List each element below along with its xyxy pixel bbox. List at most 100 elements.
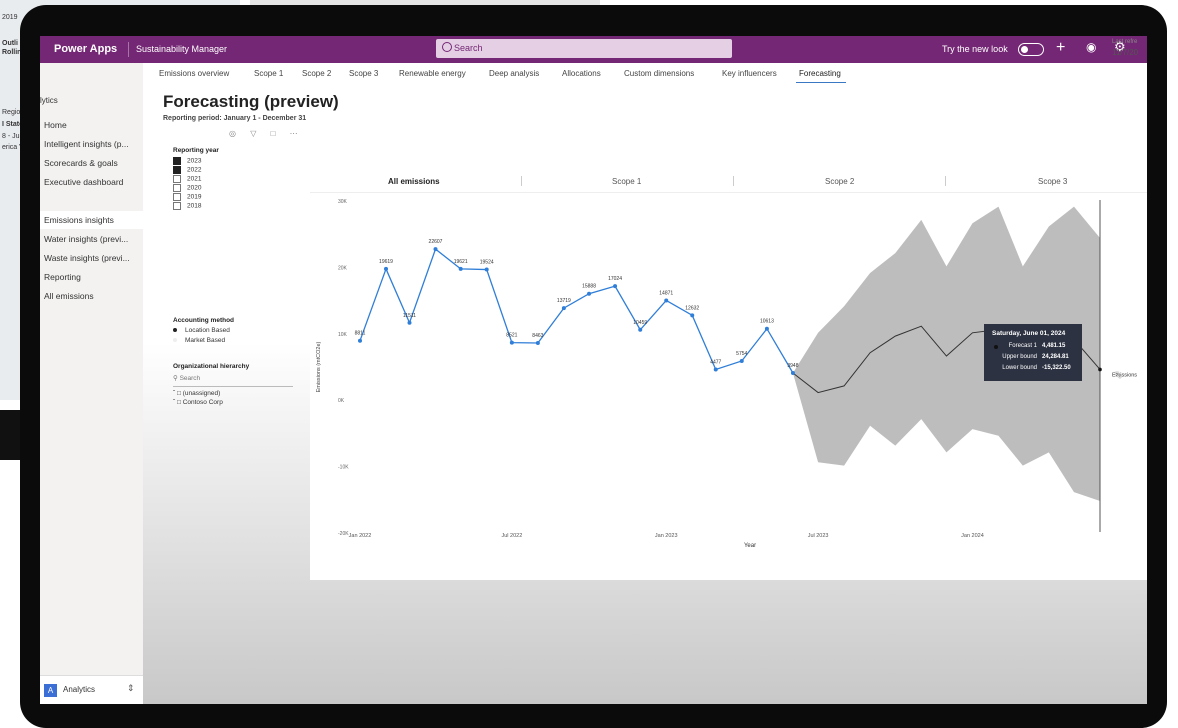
emissions-data-label: 4477 xyxy=(710,359,721,365)
emissions-data-point xyxy=(790,370,795,375)
global-search-input[interactable]: Search xyxy=(436,39,732,58)
sidebar-item-water-insights[interactable]: Water insights (previ... xyxy=(44,234,128,244)
tab-renewable-energy[interactable]: Renewable energy xyxy=(399,69,466,78)
hover-point xyxy=(1098,367,1102,372)
emissions-data-point xyxy=(613,284,618,289)
tooltip-label: Lower bound xyxy=(1002,365,1037,371)
sidebar-item-emissions-insights[interactable]: Emissions insights xyxy=(44,215,114,225)
emissions-data-label: 15888 xyxy=(582,284,596,290)
year-option[interactable]: 2021 xyxy=(173,175,201,183)
sidebar-item-scorecards[interactable]: Scorecards & goals xyxy=(44,158,118,168)
org-search-input[interactable]: ⚲ Search xyxy=(173,374,293,387)
x-axis-title: Year xyxy=(744,543,756,549)
org-node[interactable]: ˆ □ Contoso Corp xyxy=(173,399,223,406)
emissions-data-label: 11511 xyxy=(403,313,416,319)
emissions-data-point xyxy=(664,298,669,303)
new-look-toggle[interactable] xyxy=(1018,43,1044,56)
emissions-data-label: 22607 xyxy=(429,239,443,245)
emissions-data-label: 3948 xyxy=(787,363,798,369)
y-tick-label: -10K xyxy=(338,465,349,471)
emissions-data-label: 10613 xyxy=(760,319,774,325)
forecast-tooltip: Saturday, June 01, 2024 Forecast 1 4,481… xyxy=(984,324,1082,381)
app-header: Power Apps Sustainability Manager Search… xyxy=(40,36,1147,63)
tablet-frame: Power Apps Sustainability Manager Search… xyxy=(20,5,1167,728)
x-tick-label: Jul 2023 xyxy=(808,533,829,539)
search-icon xyxy=(442,42,452,52)
area-switcher[interactable]: A Analytics ⇕ xyxy=(40,675,143,704)
subtab-scope-1[interactable]: Scope 1 xyxy=(612,177,641,186)
emissions-data-label: 8521 xyxy=(506,333,517,339)
x-tick-label: Jan 2022 xyxy=(349,533,372,539)
emissions-data-point xyxy=(407,320,412,325)
emissions-data-point xyxy=(764,326,769,331)
sidebar-item-home[interactable]: Home xyxy=(44,120,67,130)
app-name[interactable]: Sustainability Manager xyxy=(136,44,227,54)
emissions-data-point xyxy=(690,313,695,318)
emissions-data-point xyxy=(739,358,744,363)
y-tick-label: 20K xyxy=(338,265,348,271)
emissions-data-label: 19619 xyxy=(379,259,393,265)
accounting-method-title: Accounting method xyxy=(173,317,235,324)
emissions-line xyxy=(359,248,794,374)
page-title: Forecasting (preview) xyxy=(163,92,339,111)
area-badge: A xyxy=(44,684,57,697)
year-option[interactable]: 2020 xyxy=(173,184,201,192)
subtab-divider xyxy=(733,176,734,186)
emissions-data-label: 10459 xyxy=(633,320,647,326)
tab-allocations[interactable]: Allocations xyxy=(562,69,601,78)
emissions-data-label: 8811 xyxy=(355,331,366,337)
subtab-all-emissions[interactable]: All emissions xyxy=(388,177,440,186)
try-new-look-label: Try the new look xyxy=(942,44,1008,54)
sidebar-item-all-emissions[interactable]: All emissions xyxy=(44,291,94,301)
area-label: Analytics xyxy=(63,685,96,694)
sidebar-item-intelligent-insights[interactable]: Intelligent insights (p... xyxy=(44,139,129,149)
emissions-data-label: 19524 xyxy=(480,260,494,266)
tooltip-date: Saturday, June 01, 2024 xyxy=(992,330,1066,337)
tooltip-value: 24,284.81 xyxy=(1042,354,1069,360)
sidebar-item-executive-dashboard[interactable]: Executive dashboard xyxy=(44,177,123,187)
emissions-data-point xyxy=(587,291,592,296)
mouse-cursor-icon: ⬁ xyxy=(1114,370,1123,381)
tooltip-label: Upper bound xyxy=(1002,354,1037,360)
tab-forecasting[interactable]: Forecasting xyxy=(799,69,841,78)
brand-title[interactable]: Power Apps xyxy=(54,43,117,55)
year-option[interactable]: 2023 xyxy=(173,157,201,165)
sidebar-item-waste-insights[interactable]: Waste insights (previ... xyxy=(44,253,130,263)
sidebar-item-reporting[interactable]: Reporting xyxy=(44,272,81,282)
x-tick-label: Jan 2024 xyxy=(961,533,984,539)
emissions-data-point xyxy=(713,367,718,372)
tab-scope-1[interactable]: Scope 1 xyxy=(254,69,283,78)
org-node[interactable]: ˆ □ (unassigned) xyxy=(173,390,220,397)
subtab-divider xyxy=(945,176,946,186)
last-refresh-label: Last refre xyxy=(1112,39,1138,45)
year-option[interactable]: 2022 xyxy=(173,166,201,174)
tab-deep-analysis[interactable]: Deep analysis xyxy=(489,69,539,78)
subtab-scope-2[interactable]: Scope 2 xyxy=(825,177,854,186)
notification-icon[interactable]: ◉ xyxy=(1086,40,1096,54)
org-hierarchy-title: Organizational hierarchy xyxy=(173,363,250,370)
emissions-data-point xyxy=(561,306,566,311)
visual-header-icons[interactable]: ◎ ▽ □ ⋯ xyxy=(229,129,304,138)
tab-scope-3[interactable]: Scope 3 xyxy=(349,69,378,78)
emissions-data-point xyxy=(433,247,438,252)
accounting-option[interactable]: Market Based xyxy=(173,337,225,344)
x-tick-label: Jan 2023 xyxy=(655,533,678,539)
bg-fragment: 2019 xyxy=(2,14,18,21)
emissions-data-point xyxy=(384,266,389,271)
last-refresh-value: 11/7/20 xyxy=(1112,48,1139,57)
accounting-option[interactable]: Location Based xyxy=(173,327,230,334)
add-icon[interactable]: + xyxy=(1056,39,1065,57)
year-option[interactable]: 2018 xyxy=(173,202,201,210)
tab-custom-dimensions[interactable]: Custom dimensions xyxy=(624,69,694,78)
y-tick-label: 10K xyxy=(338,332,348,338)
bg-fragment: Rollin xyxy=(2,49,22,56)
header-divider xyxy=(128,42,129,57)
subtab-divider xyxy=(521,176,522,186)
x-tick-label: Jul 2022 xyxy=(501,533,522,539)
forecast-chart[interactable]: 30K 20K 10K 0K -10K -20K Emissions (mtCO2e) Jan… xyxy=(310,192,1147,580)
tab-key-influencers[interactable]: Key influencers xyxy=(722,69,777,78)
year-option[interactable]: 2019 xyxy=(173,193,201,201)
subtab-scope-3[interactable]: Scope 3 xyxy=(1038,177,1067,186)
tab-emissions-overview[interactable]: Emissions overview xyxy=(159,69,229,78)
tab-scope-2[interactable]: Scope 2 xyxy=(302,69,331,78)
